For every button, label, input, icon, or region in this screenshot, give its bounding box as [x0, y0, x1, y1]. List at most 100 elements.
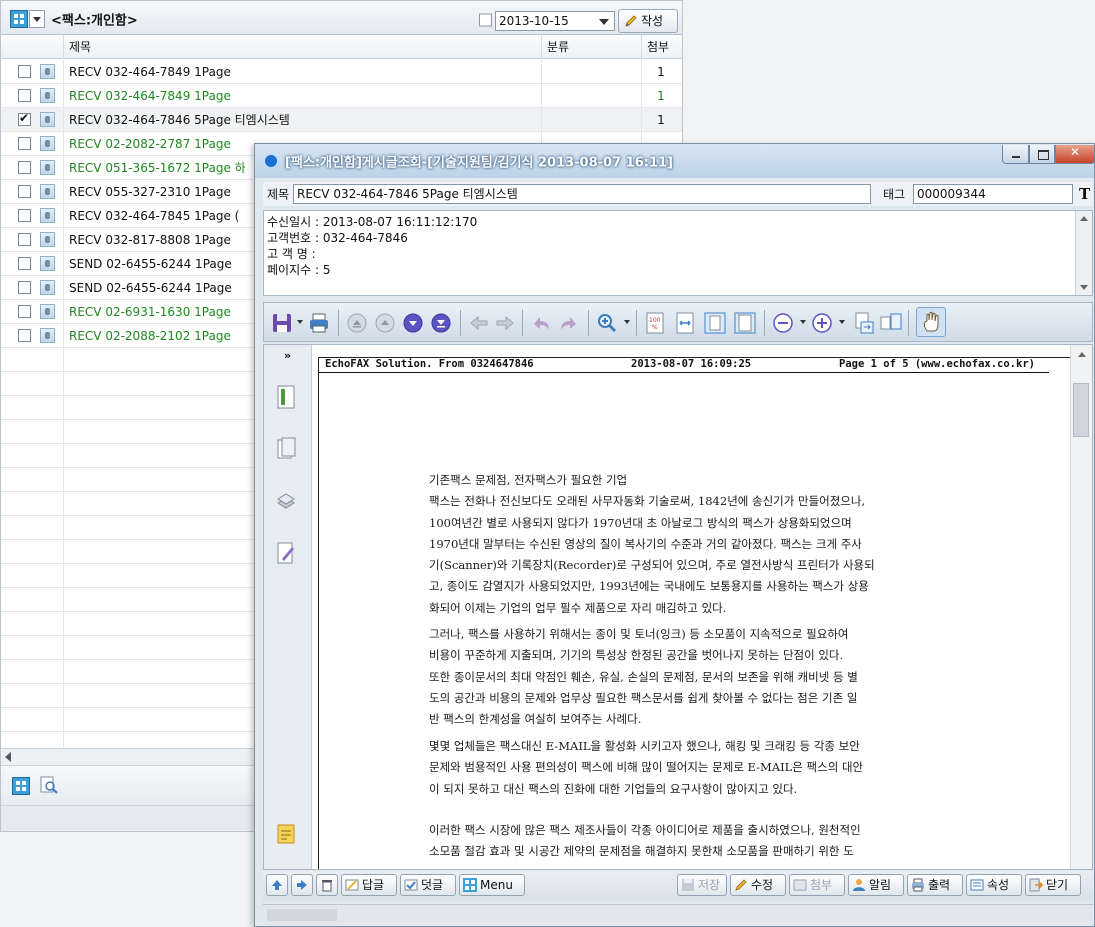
row-subject[interactable]: RECV 055-327-2310 1Page — [69, 180, 231, 204]
text-format-icon[interactable]: T — [1079, 185, 1090, 203]
row-checkbox[interactable] — [18, 329, 31, 342]
zoom-in-dropdown-icon[interactable] — [839, 320, 845, 324]
edit-button[interactable]: 수정 — [730, 874, 786, 896]
window-titlebar[interactable]: [팩스:개인함]게시글조회-[기술지원팀/김기식 2013-08-07 16:1… — [255, 144, 1095, 178]
row-checkbox[interactable] — [18, 185, 31, 198]
printer-icon — [912, 878, 924, 892]
tag-field[interactable]: 000009344 — [913, 184, 1073, 204]
row-subject[interactable]: RECV 032-817-8808 1Page — [69, 228, 231, 252]
row-subject[interactable]: RECV 032-464-7849 1Page — [69, 84, 231, 108]
document-scrollbar[interactable] — [1070, 345, 1092, 869]
date-picker[interactable]: 2013-10-15 — [495, 11, 615, 31]
row-checkbox[interactable] — [18, 161, 31, 174]
view-grid-icon[interactable] — [10, 10, 28, 28]
info-received-time: 수신일시 : 2013-08-07 16:11:12:170 — [267, 215, 478, 229]
table-row[interactable]: RECV 032-464-7849 1Page 1 — [1, 60, 682, 84]
menu-button[interactable]: Menu — [459, 874, 525, 896]
forward-arrow-icon[interactable] — [494, 312, 516, 334]
document-view[interactable]: » EchoFAX Solution. From 0324647846 2013… — [263, 344, 1093, 870]
fit-width-icon[interactable] — [674, 312, 696, 334]
fit-height-icon[interactable] — [734, 312, 756, 334]
scroll-thumb[interactable] — [1073, 383, 1089, 437]
info-scrollbar[interactable] — [1075, 211, 1092, 295]
save-button[interactable]: 저장 — [677, 874, 727, 896]
row-checkbox[interactable] — [18, 89, 31, 102]
zoom-dropdown-icon[interactable] — [624, 320, 630, 324]
grid-view-icon[interactable] — [12, 777, 30, 795]
write-button[interactable]: 작성 — [618, 9, 678, 33]
print-button[interactable]: 출력 — [907, 874, 963, 896]
multi-page-icon[interactable] — [880, 312, 902, 334]
fax-document-icon — [40, 280, 55, 295]
column-attach[interactable]: 첨부 — [641, 35, 682, 59]
row-checkbox[interactable] — [18, 305, 31, 318]
table-row[interactable]: RECV 032-464-7849 1Page 1 — [1, 84, 682, 108]
collapse-rail-button[interactable]: » — [284, 349, 291, 362]
maximize-button[interactable] — [1029, 145, 1055, 164]
previous-page-icon[interactable] — [374, 312, 396, 334]
row-checkbox[interactable] — [18, 137, 31, 150]
rotate-left-icon[interactable] — [530, 312, 552, 334]
scroll-left-icon[interactable] — [5, 752, 11, 762]
row-checkbox[interactable] — [18, 111, 31, 126]
view-dropdown-button[interactable] — [29, 10, 45, 28]
first-page-icon[interactable] — [346, 312, 368, 334]
row-subject[interactable]: RECV 051-365-1672 1Page 하 — [69, 156, 246, 180]
table-row[interactable]: RECV 032-464-7846 5Page 티엠시스템 1 — [1, 108, 682, 132]
minimize-button[interactable] — [1002, 145, 1029, 164]
layers-icon[interactable] — [276, 489, 296, 513]
page-export-icon[interactable] — [852, 312, 874, 334]
text-line: 이러한 팩스 시장에 많은 팩스 제조사들이 각종 아이디어로 제품을 출시하였… — [429, 823, 861, 837]
row-subject[interactable]: RECV 032-464-7849 1Page — [69, 60, 231, 84]
column-subject[interactable]: 제목 — [63, 35, 541, 59]
row-subject[interactable]: RECV 02-2082-2787 1Page — [69, 132, 231, 156]
column-category[interactable]: 분류 — [541, 35, 641, 59]
row-checkbox[interactable] — [18, 65, 31, 78]
text-line: 기(Scanner)와 기록장치(Recorder)로 구성되어 있으며, 주로… — [429, 558, 875, 573]
row-subject[interactable]: SEND 02-6455-6244 1Page — [69, 276, 232, 300]
date-filter-checkbox[interactable] — [479, 13, 492, 27]
row-checkbox[interactable] — [18, 233, 31, 246]
save-disk-icon[interactable] — [271, 312, 293, 334]
save-dropdown-icon[interactable] — [297, 320, 303, 324]
last-page-icon[interactable] — [430, 312, 452, 334]
row-checkbox[interactable] — [18, 257, 31, 270]
actual-size-icon[interactable]: 100% — [644, 312, 666, 334]
zoom-out-icon[interactable] — [772, 312, 794, 334]
zoom-in-icon[interactable] — [811, 312, 833, 334]
zoom-icon[interactable] — [596, 312, 618, 334]
pages-icon[interactable] — [276, 437, 296, 461]
next-page-icon[interactable] — [402, 312, 424, 334]
pan-tool-button[interactable] — [916, 307, 946, 337]
row-subject[interactable]: RECV 032-464-7846 5Page 티엠시스템 — [69, 108, 290, 132]
next-item-button[interactable] — [291, 874, 313, 896]
delete-button[interactable] — [316, 874, 338, 896]
back-arrow-icon[interactable] — [468, 312, 490, 334]
row-subject[interactable]: RECV 032-464-7845 1Page ( — [69, 204, 239, 228]
reply-button[interactable]: 답글 — [341, 874, 397, 896]
zoom-out-dropdown-icon[interactable] — [800, 320, 806, 324]
row-subject[interactable]: RECV 02-2088-2102 1Page — [69, 324, 231, 348]
subject-field[interactable]: RECV 032-464-7846 5Page 티엠시스템 — [293, 184, 871, 204]
row-checkbox[interactable] — [18, 281, 31, 294]
text-line: 또한 종이문서의 최대 약점인 훼손, 유실, 손실의 문제점, 문서의 보존을… — [429, 669, 858, 684]
prev-item-button[interactable] — [266, 874, 288, 896]
fit-page-icon[interactable] — [704, 312, 726, 334]
row-checkbox[interactable] — [18, 209, 31, 222]
attach-button[interactable]: 첨부 — [789, 874, 845, 896]
preview-icon[interactable] — [39, 775, 59, 795]
bookmark-icon[interactable] — [276, 385, 296, 409]
notify-button[interactable]: 알림 — [848, 874, 904, 896]
note-icon[interactable] — [276, 823, 296, 847]
row-subject[interactable]: RECV 02-6931-1630 1Page — [69, 300, 231, 324]
print-icon[interactable] — [308, 312, 330, 334]
close-button[interactable]: 닫기 — [1025, 874, 1081, 896]
properties-button[interactable]: 속성 — [966, 874, 1022, 896]
rotate-right-icon[interactable] — [558, 312, 580, 334]
menu-grid-icon — [463, 878, 477, 892]
annotation-icon[interactable] — [276, 541, 296, 565]
row-subject[interactable]: SEND 02-6455-6244 1Page — [69, 252, 232, 276]
close-window-button[interactable] — [1055, 145, 1095, 164]
tag-label: 태그 — [883, 187, 906, 202]
comment-button[interactable]: 덧글 — [400, 874, 456, 896]
